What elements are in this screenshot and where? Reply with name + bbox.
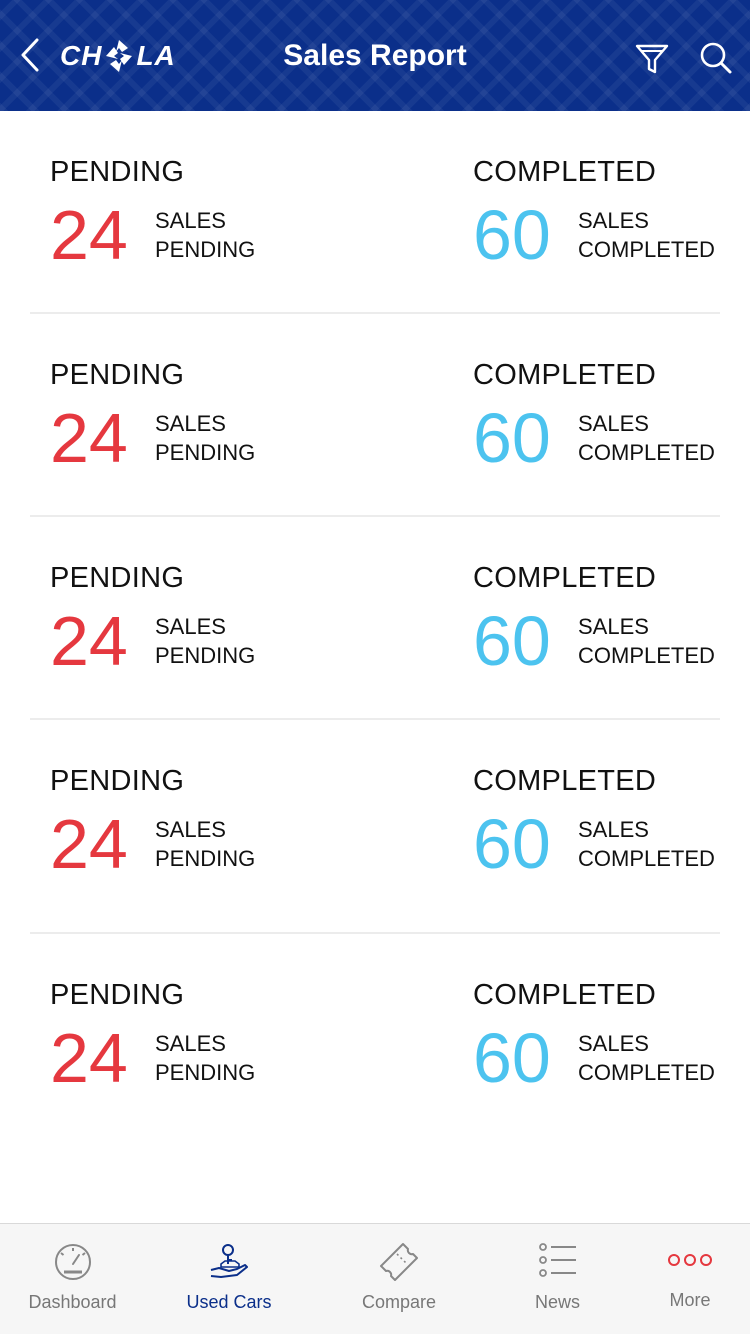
completed-stat: COMPLETED 60 SALES COMPLETED <box>473 561 715 681</box>
pending-count: 24 <box>50 602 128 680</box>
completed-desc-line1: SALES <box>578 614 649 639</box>
completed-stat: COMPLETED 60 SALES COMPLETED <box>473 358 715 478</box>
pending-desc-line2: PENDING <box>155 1060 256 1085</box>
app-header: CH LA Sales Report <box>0 0 750 111</box>
nav-label-compare: Compare <box>361 1292 437 1312</box>
pending-desc-line2: PENDING <box>155 846 256 871</box>
logo-mark-icon <box>106 40 133 72</box>
nav-label-more: More <box>669 1290 711 1310</box>
pending-stat: PENDING 24 SALES PENDING <box>50 764 255 884</box>
nav-item-news[interactable]: News <box>485 1224 630 1334</box>
completed-heading: COMPLETED <box>473 359 657 391</box>
speedometer-icon <box>54 1244 91 1280</box>
logo-text-left: CH <box>60 40 103 71</box>
filter-icon <box>635 44 669 74</box>
completed-stat: COMPLETED 60 SALES COMPLETED <box>473 978 715 1098</box>
completed-desc-line2: COMPLETED <box>578 1060 715 1085</box>
report-card[interactable]: PENDING 24 SALES PENDING COMPLETED 60 SA… <box>30 934 720 1137</box>
completed-heading: COMPLETED <box>473 562 657 594</box>
pending-stat: PENDING 24 SALES PENDING <box>50 561 255 681</box>
pending-heading: PENDING <box>50 765 185 797</box>
filter-button[interactable] <box>632 38 672 78</box>
hand-car-key-icon <box>210 1244 248 1278</box>
pending-desc-line2: PENDING <box>155 440 256 465</box>
completed-desc-line2: COMPLETED <box>578 643 715 668</box>
completed-count: 60 <box>473 196 551 274</box>
list-icon <box>538 1243 576 1277</box>
completed-count: 60 <box>473 399 551 477</box>
completed-count: 60 <box>473 602 551 680</box>
chevron-left-icon <box>21 38 39 72</box>
chola-logo: CH LA <box>60 38 176 74</box>
pending-count: 24 <box>50 399 128 477</box>
completed-count: 60 <box>473 1019 551 1097</box>
pending-desc-line2: PENDING <box>155 237 256 262</box>
nav-item-compare[interactable]: Compare <box>313 1224 485 1334</box>
completed-stat: COMPLETED 60 SALES COMPLETED <box>473 155 715 275</box>
completed-desc-line2: COMPLETED <box>578 846 715 871</box>
search-icon <box>700 42 732 74</box>
back-button[interactable] <box>14 34 46 76</box>
nav-item-more[interactable]: More <box>630 1224 750 1334</box>
pending-desc-line1: SALES <box>155 614 226 639</box>
pending-stat: PENDING 24 SALES PENDING <box>50 358 255 478</box>
completed-heading: COMPLETED <box>473 156 657 188</box>
pending-count: 24 <box>50 805 128 883</box>
pending-count: 24 <box>50 196 128 274</box>
pending-heading: PENDING <box>50 562 185 594</box>
completed-desc-line2: COMPLETED <box>578 440 715 465</box>
pending-desc-line1: SALES <box>155 817 226 842</box>
completed-heading: COMPLETED <box>473 765 657 797</box>
completed-desc-line2: COMPLETED <box>578 237 715 262</box>
more-dots-icon <box>668 1254 712 1266</box>
pending-stat: PENDING 24 SALES PENDING <box>50 155 255 275</box>
completed-desc-line1: SALES <box>578 817 649 842</box>
pending-desc-line2: PENDING <box>155 643 256 668</box>
pending-desc-line1: SALES <box>155 208 226 233</box>
report-card[interactable]: PENDING 24 SALES PENDING COMPLETED 60 SA… <box>30 111 720 314</box>
pending-heading: PENDING <box>50 156 185 188</box>
completed-heading: COMPLETED <box>473 979 657 1011</box>
nav-item-used-cars[interactable]: Used Cars <box>145 1224 313 1334</box>
completed-desc-line1: SALES <box>578 1031 649 1056</box>
report-card[interactable]: PENDING 24 SALES PENDING COMPLETED 60 SA… <box>30 720 720 934</box>
pending-stat: PENDING 24 SALES PENDING <box>50 978 255 1098</box>
report-list: PENDING 24 SALES PENDING COMPLETED 60 SA… <box>0 111 750 1137</box>
search-button[interactable] <box>696 38 736 78</box>
nav-label-dashboard: Dashboard <box>28 1292 117 1312</box>
logo-text-right: LA <box>136 40 176 71</box>
pending-heading: PENDING <box>50 359 185 391</box>
completed-stat: COMPLETED 60 SALES COMPLETED <box>473 764 715 884</box>
report-card[interactable]: PENDING 24 SALES PENDING COMPLETED 60 SA… <box>30 517 720 720</box>
bottom-nav: Dashboard Used Cars Compare News More <box>0 1223 750 1334</box>
nav-label-news: News <box>534 1292 580 1312</box>
report-card[interactable]: PENDING 24 SALES PENDING COMPLETED 60 SA… <box>30 314 720 517</box>
pending-desc-line1: SALES <box>155 1031 226 1056</box>
nav-item-dashboard[interactable]: Dashboard <box>0 1224 145 1334</box>
pending-count: 24 <box>50 1019 128 1097</box>
completed-count: 60 <box>473 805 551 883</box>
completed-desc-line1: SALES <box>578 208 649 233</box>
pending-heading: PENDING <box>50 979 185 1011</box>
nav-label-used-cars: Used Cars <box>186 1292 272 1312</box>
ticket-icon <box>380 1243 418 1281</box>
completed-desc-line1: SALES <box>578 411 649 436</box>
pending-desc-line1: SALES <box>155 411 226 436</box>
